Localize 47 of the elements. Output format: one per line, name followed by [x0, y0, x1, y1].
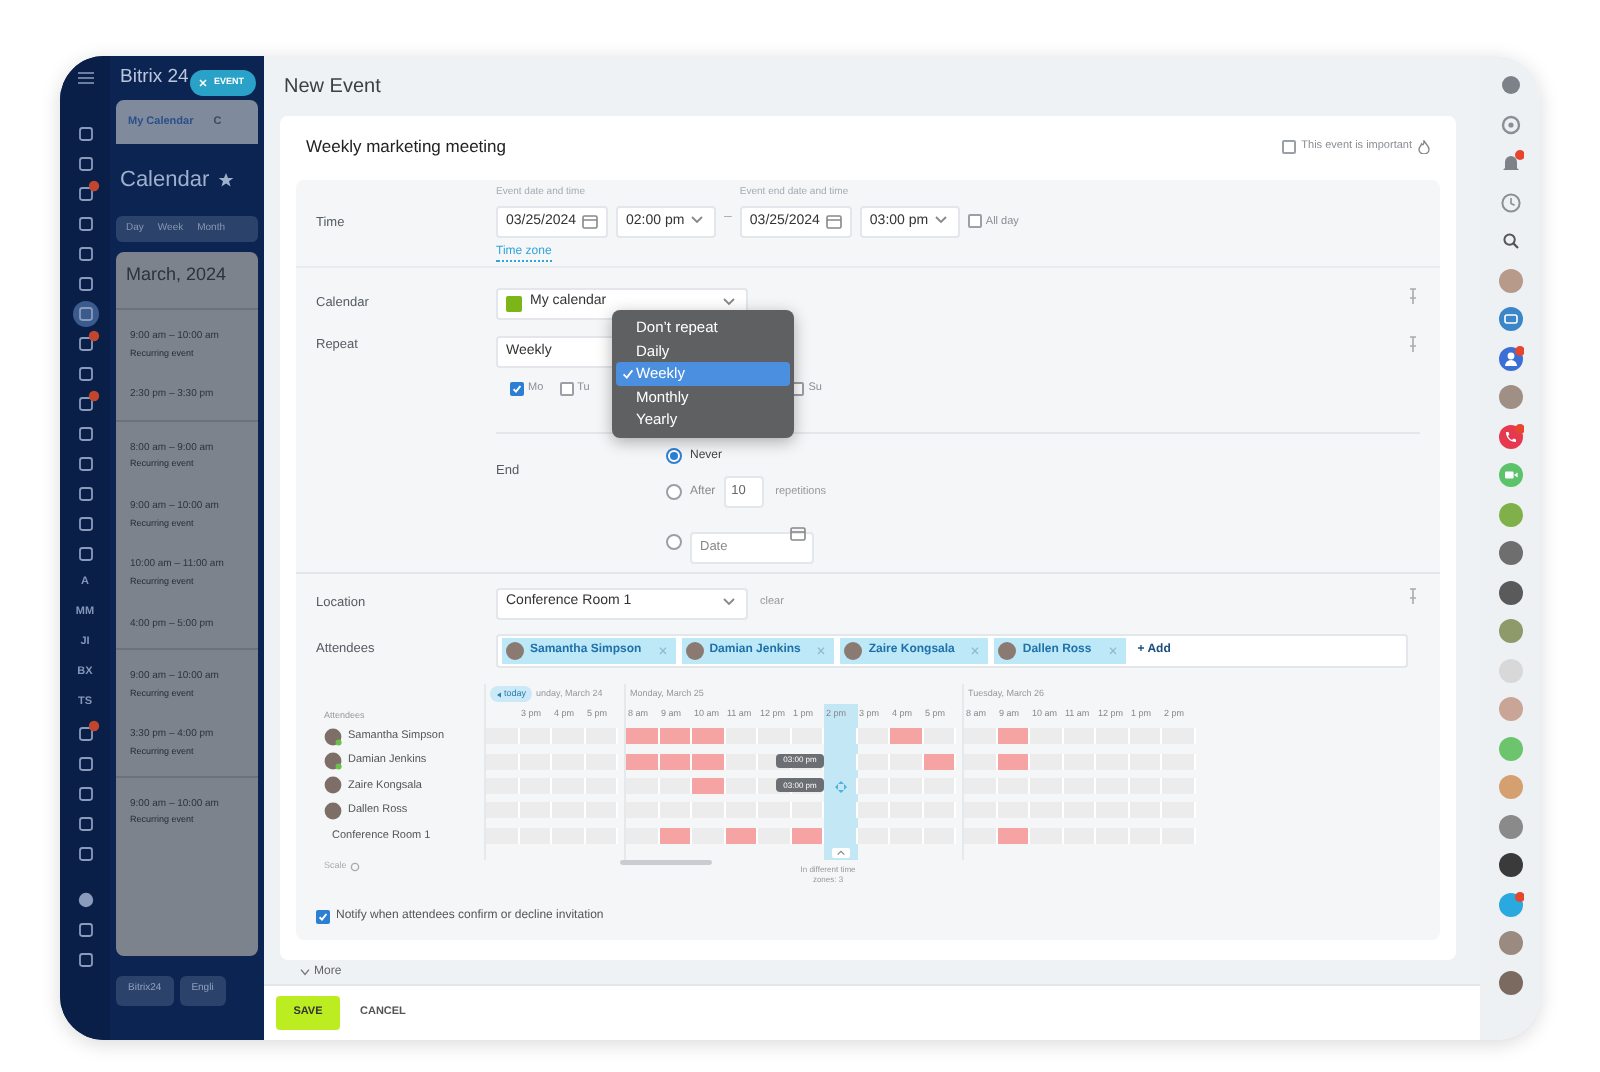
check-icon	[622, 368, 634, 380]
calendar-icon[interactable]	[790, 526, 806, 542]
phone-icon[interactable]	[1497, 423, 1523, 449]
move-handle-icon[interactable]	[834, 779, 848, 794]
calendar-icon[interactable]	[582, 213, 598, 230]
avatar	[685, 641, 704, 659]
checkbox[interactable]	[510, 381, 524, 396]
radio-button[interactable]	[666, 484, 682, 500]
chevron-down-icon[interactable]	[722, 595, 738, 611]
avatar	[844, 641, 863, 659]
checkbox[interactable]	[967, 214, 982, 229]
radio-button[interactable]	[666, 448, 682, 464]
chat-icon[interactable]	[1497, 306, 1523, 332]
page-title: Calendar	[120, 165, 210, 196]
avatar[interactable]	[1497, 969, 1523, 995]
month-title: March, 2024	[124, 262, 229, 288]
menu-icon[interactable]	[77, 71, 93, 83]
event-title: Weekly marketing meeting	[306, 133, 506, 159]
pin-icon[interactable]	[1406, 287, 1420, 303]
radio-button[interactable]	[666, 534, 682, 550]
close-icon[interactable]	[198, 78, 208, 88]
checkbox[interactable]	[1281, 139, 1296, 153]
caret-icon[interactable]	[300, 968, 310, 976]
search-icon[interactable]	[1497, 228, 1523, 254]
flame-icon	[1418, 139, 1430, 153]
group-icon[interactable]	[1497, 345, 1523, 371]
clock-icon[interactable]	[1497, 189, 1523, 215]
settings-icon[interactable]	[1497, 111, 1523, 137]
pin-icon[interactable]	[1406, 336, 1420, 352]
circle-icon[interactable]	[77, 891, 93, 907]
checkbox[interactable]	[316, 909, 330, 924]
avatar	[506, 641, 524, 659]
calendar-icon[interactable]	[825, 213, 842, 230]
scrollbar[interactable]	[620, 859, 712, 866]
avatar[interactable]	[1497, 579, 1523, 605]
logo-text: Bitrix 24	[120, 63, 189, 92]
video-camera-icon[interactable]	[1497, 462, 1523, 488]
arrow-left-icon[interactable]	[496, 691, 502, 697]
avatar[interactable]	[1497, 852, 1523, 878]
avatar	[998, 641, 1017, 659]
checkbox[interactable]	[559, 381, 574, 396]
avatar[interactable]	[1497, 540, 1523, 566]
pin-icon[interactable]	[1406, 587, 1420, 603]
star-icon[interactable]	[217, 172, 234, 188]
panel-title: New Event	[284, 73, 381, 101]
collapse-button[interactable]	[831, 847, 850, 858]
chevron-down-icon[interactable]	[722, 295, 738, 311]
